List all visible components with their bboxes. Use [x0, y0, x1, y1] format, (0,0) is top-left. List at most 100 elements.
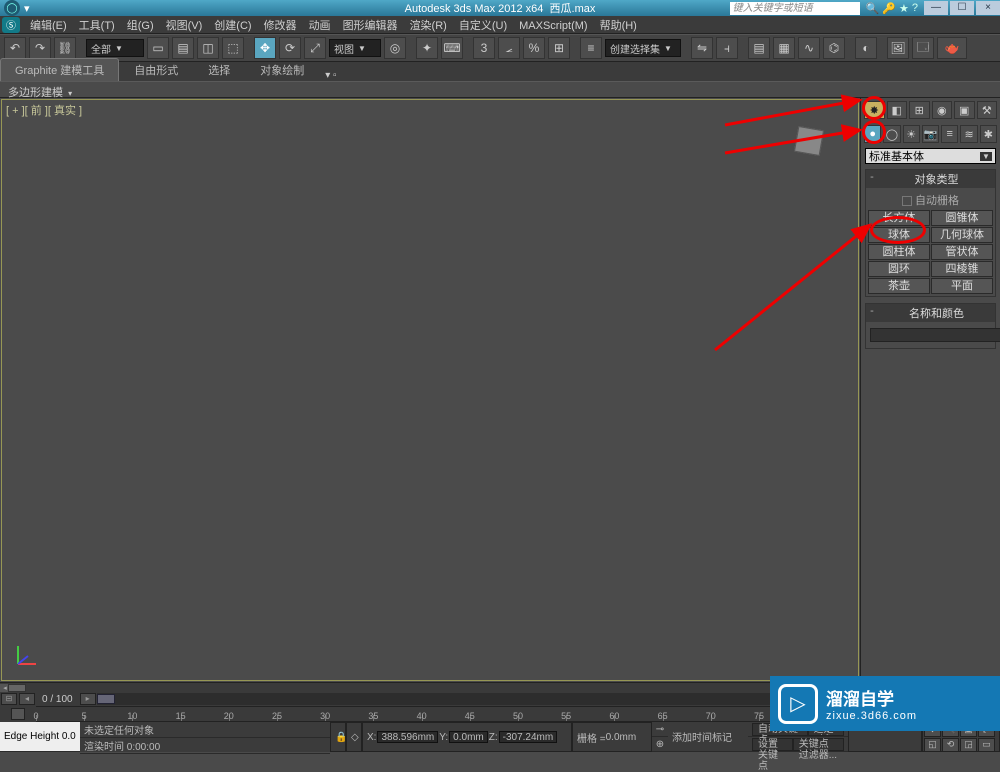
lights-cat-button[interactable]: ☀ [903, 125, 920, 143]
maximize-button[interactable]: ☐ [950, 1, 974, 15]
rollout-toggle-icon[interactable]: - [866, 305, 878, 321]
spacewarps-cat-button[interactable]: ≋ [960, 125, 977, 143]
object-type-button[interactable]: 长方体 [868, 210, 930, 226]
x-spinner[interactable]: 388.596mm [377, 731, 438, 743]
align-button[interactable]: ⫞ [716, 37, 738, 59]
viewcube[interactable] [794, 126, 824, 156]
curve-editor-button[interactable]: ∿ [798, 37, 820, 59]
ribbon-panel-label[interactable]: 多边形建模 ▾ [0, 82, 1000, 98]
render-frame-button[interactable]: 🗔 [912, 37, 934, 59]
menu-item[interactable]: 自定义(U) [453, 20, 513, 32]
key-filter-button[interactable]: 关键点过滤器... [793, 738, 844, 751]
walk-button[interactable]: ▭ [978, 738, 995, 752]
helpers-cat-button[interactable]: ≡ [941, 125, 958, 143]
timeconfig-icon[interactable]: ⊟ [1, 693, 17, 705]
selection-filter-dropdown[interactable]: 全部▼ [86, 39, 144, 57]
ribbon-tab-selection[interactable]: 选择 [193, 58, 245, 81]
orbit-button[interactable]: ⟲ [942, 738, 959, 752]
utilities-tab[interactable]: ⚒ [977, 101, 998, 119]
infocenter-icons[interactable]: 🔍 🔑 ★ ? [866, 2, 918, 15]
motion-tab[interactable]: ◉ [932, 101, 953, 119]
link-button[interactable]: ⛓ [54, 37, 76, 59]
viewport-front[interactable]: [ + ][ 前 ][ 真实 ] [1, 99, 859, 681]
minimize-button[interactable]: — [924, 1, 948, 15]
select-object-button[interactable]: ▭ [147, 37, 169, 59]
menu-item[interactable]: 动画 [303, 20, 337, 32]
spinner-snap-button[interactable]: ⊞ [548, 37, 570, 59]
qat-icon[interactable]: ▾ [24, 2, 30, 15]
geometry-cat-button[interactable]: ● [864, 125, 881, 143]
add-timetag-label[interactable]: 添加时间标记 [668, 722, 748, 752]
nextkey-button[interactable]: ▸ [80, 693, 96, 705]
menu-item[interactable]: 帮助(H) [594, 20, 643, 32]
object-type-button[interactable]: 圆锥体 [931, 210, 993, 226]
rollout-toggle-icon[interactable]: - [866, 171, 878, 187]
zoomall-button[interactable]: ◱ [924, 738, 941, 752]
object-type-button[interactable]: 圆柱体 [868, 244, 930, 260]
edit-selset-button[interactable]: ≡ [580, 37, 602, 59]
object-type-button[interactable]: 四棱锥 [931, 261, 993, 277]
object-type-button[interactable]: 圆环 [868, 261, 930, 277]
shapes-cat-button[interactable]: ◯ [883, 125, 900, 143]
close-button[interactable]: × [976, 1, 1000, 15]
timetag-key-icon[interactable]: ⊸ [652, 722, 668, 737]
window-crossing-button[interactable]: ⬚ [222, 37, 244, 59]
keymode-button[interactable]: ⌨ [441, 37, 463, 59]
menu-item[interactable]: 工具(T) [73, 20, 121, 32]
setkey-button[interactable]: 设置关键点 [752, 738, 793, 751]
menu-item[interactable]: 渲染(R) [404, 20, 453, 32]
search-icon[interactable]: 🔍 [866, 2, 880, 15]
lock-selection-button[interactable]: 🔒 [330, 722, 346, 752]
named-selset-dropdown[interactable]: 创建选择集▼ [605, 39, 681, 57]
menu-item[interactable]: MAXScript(M) [513, 20, 593, 32]
star-icon[interactable]: ★ [899, 2, 909, 15]
ribbon-tab-freeform[interactable]: 自由形式 [119, 58, 193, 81]
display-tab[interactable]: ▣ [954, 101, 975, 119]
object-type-button[interactable]: 球体 [868, 227, 930, 243]
select-move-button[interactable]: ✥ [254, 37, 276, 59]
y-spinner[interactable]: 0.0mm [449, 731, 488, 743]
object-type-button[interactable]: 几何球体 [931, 227, 993, 243]
percent-snap-button[interactable]: % [523, 37, 545, 59]
ribbon-toggle-button[interactable]: ▦ [773, 37, 795, 59]
select-name-button[interactable]: ▤ [172, 37, 194, 59]
time-slider-knob[interactable] [97, 694, 115, 704]
trackbar-button[interactable] [0, 706, 36, 722]
ribbon-tab-paint[interactable]: 对象绘制 [245, 58, 319, 81]
maximize-vp-button[interactable]: ◲ [960, 738, 977, 752]
key-icon[interactable]: 🔑 [882, 2, 896, 15]
pivot-button[interactable]: ◎ [384, 37, 406, 59]
object-type-button[interactable]: 平面 [931, 278, 993, 294]
snap-toggle-button[interactable]: 3 [473, 37, 495, 59]
geometry-subtype-dropdown[interactable]: 标准基本体▼ [865, 148, 996, 164]
select-region-button[interactable]: ◫ [197, 37, 219, 59]
menu-item[interactable]: 图形编辑器 [337, 20, 404, 32]
material-editor-button[interactable]: ◐ [855, 37, 877, 59]
manipulate-button[interactable]: ✦ [416, 37, 438, 59]
help-search-input[interactable]: 键入关键字或短语 [730, 2, 860, 15]
menu-item[interactable]: 修改器 [258, 20, 303, 32]
create-tab[interactable]: ✸ [864, 101, 885, 119]
render-button[interactable]: 🫖 [937, 37, 967, 59]
menu-item[interactable]: 组(G) [121, 20, 160, 32]
ribbon-collapse-icon[interactable]: ▾ ▫ [325, 70, 336, 81]
ribbon-tab-modeling[interactable]: Graphite 建模工具 [0, 58, 119, 81]
select-scale-button[interactable]: ⤢ [304, 37, 326, 59]
help-icon[interactable]: ? [912, 2, 918, 15]
render-setup-button[interactable]: 🖼 [887, 37, 909, 59]
isolate-button[interactable]: ◇ [346, 722, 362, 752]
object-type-button[interactable]: 茶壶 [868, 278, 930, 294]
layers-button[interactable]: ▤ [748, 37, 770, 59]
hierarchy-tab[interactable]: ⊞ [909, 101, 930, 119]
mirror-button[interactable]: ⇋ [691, 37, 713, 59]
prevkey-button[interactable]: ◂ [19, 693, 35, 705]
refcoord-dropdown[interactable]: 视图▼ [329, 39, 381, 57]
undo-button[interactable]: ↶ [4, 37, 26, 59]
menu-item[interactable]: 视图(V) [160, 20, 209, 32]
angle-snap-button[interactable]: ⦟ [498, 37, 520, 59]
timetag-add-icon[interactable]: ⊕ [652, 737, 668, 752]
scroll-thumb[interactable] [8, 684, 26, 692]
redo-button[interactable]: ↷ [29, 37, 51, 59]
object-type-button[interactable]: 管状体 [931, 244, 993, 260]
cameras-cat-button[interactable]: 📷 [922, 125, 939, 143]
